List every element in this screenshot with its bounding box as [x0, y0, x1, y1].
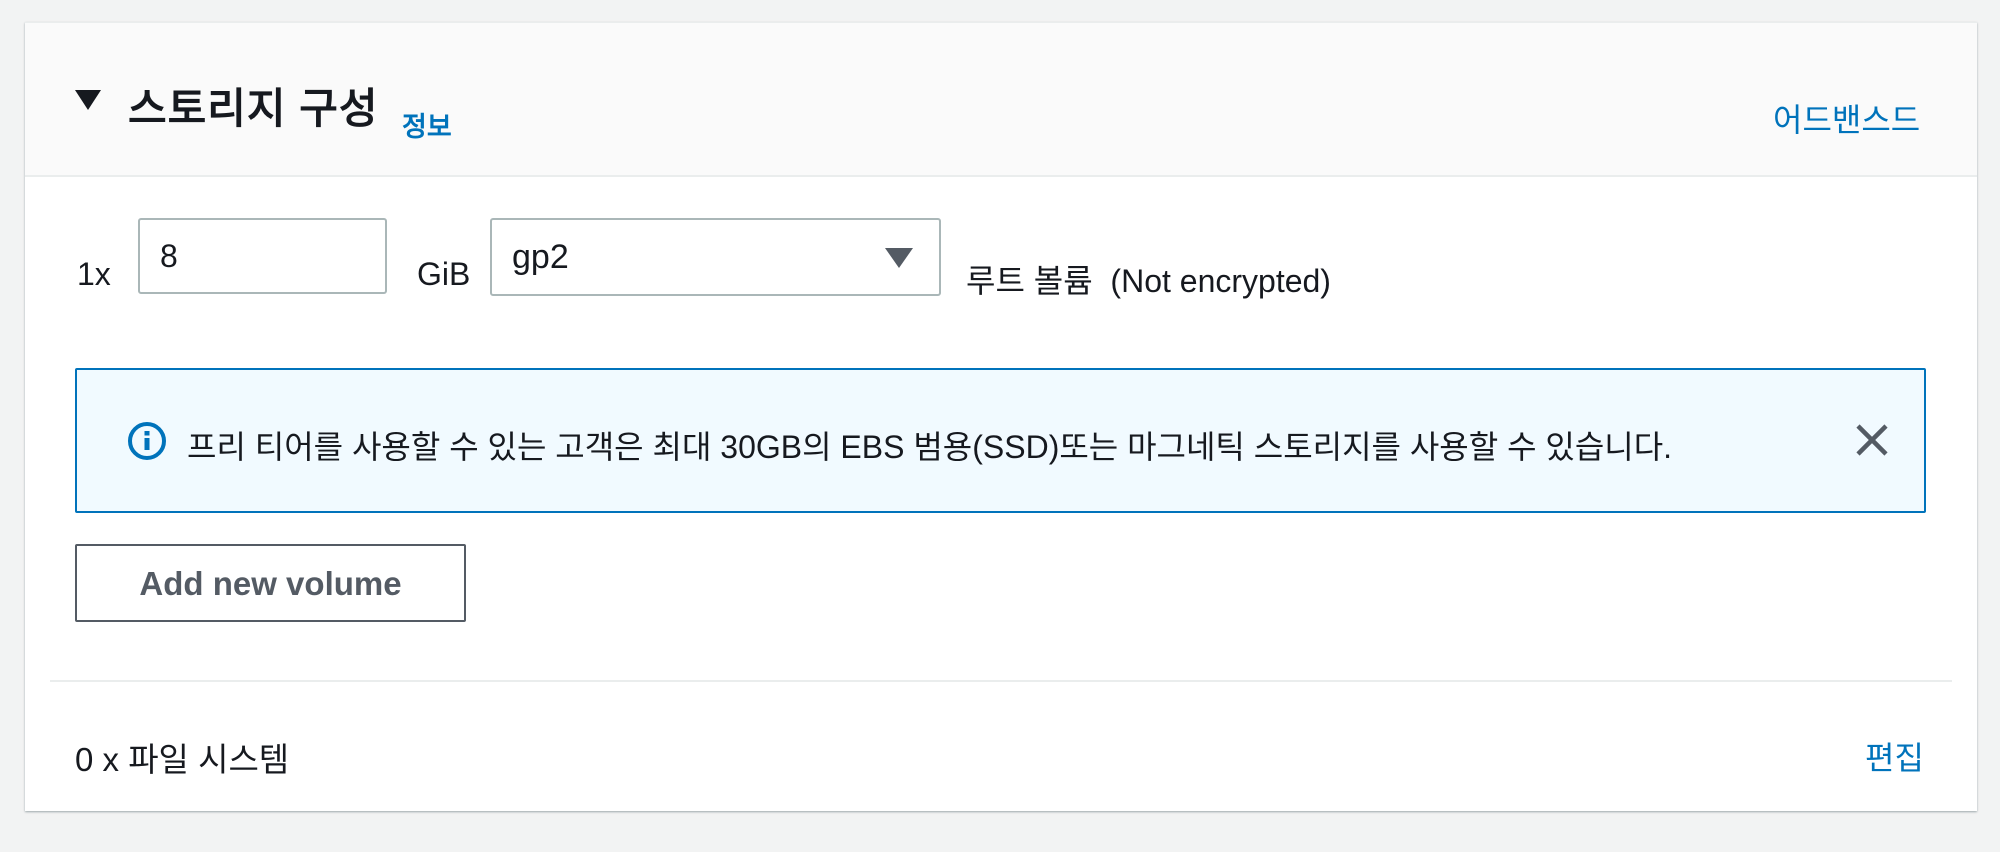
volume-type-value: gp2 — [512, 238, 569, 276]
section-title: 스토리지 구성 — [128, 85, 379, 132]
root-volume-label: 루트 볼륨 (Not encrypted) — [966, 263, 1331, 299]
advanced-link[interactable]: 어드밴스드 — [1773, 95, 1920, 141]
volume-unit: GiB — [417, 256, 471, 292]
storage-config-panel: 스토리지 구성 정보 어드밴스드 1x GiB gp2 루트 볼륨 (Not e… — [25, 22, 1977, 811]
volume-type-select[interactable]: gp2 — [490, 218, 941, 296]
file-systems-label: 0 x 파일 시스템 — [75, 741, 290, 778]
edit-file-systems-link[interactable]: 편집 — [1865, 733, 1924, 779]
alert-message: 프리 티어를 사용할 수 있는 고객은 최대 30GB의 EBS 범용(SSD)… — [187, 429, 1673, 465]
volume-size-input[interactable] — [138, 218, 387, 294]
panel-header: 스토리지 구성 정보 어드밴스드 — [25, 23, 1977, 177]
chevron-down-icon — [885, 248, 913, 268]
divider — [50, 680, 1952, 682]
info-link[interactable]: 정보 — [402, 105, 452, 144]
add-new-volume-button[interactable]: Add new volume — [75, 544, 466, 622]
close-icon[interactable] — [1852, 420, 1892, 460]
info-icon — [128, 422, 166, 460]
volume-multiplier: 1x — [77, 256, 111, 292]
collapse-caret-icon[interactable] — [75, 90, 101, 110]
free-tier-alert: 프리 티어를 사용할 수 있는 고객은 최대 30GB의 EBS 범용(SSD)… — [75, 368, 1926, 513]
